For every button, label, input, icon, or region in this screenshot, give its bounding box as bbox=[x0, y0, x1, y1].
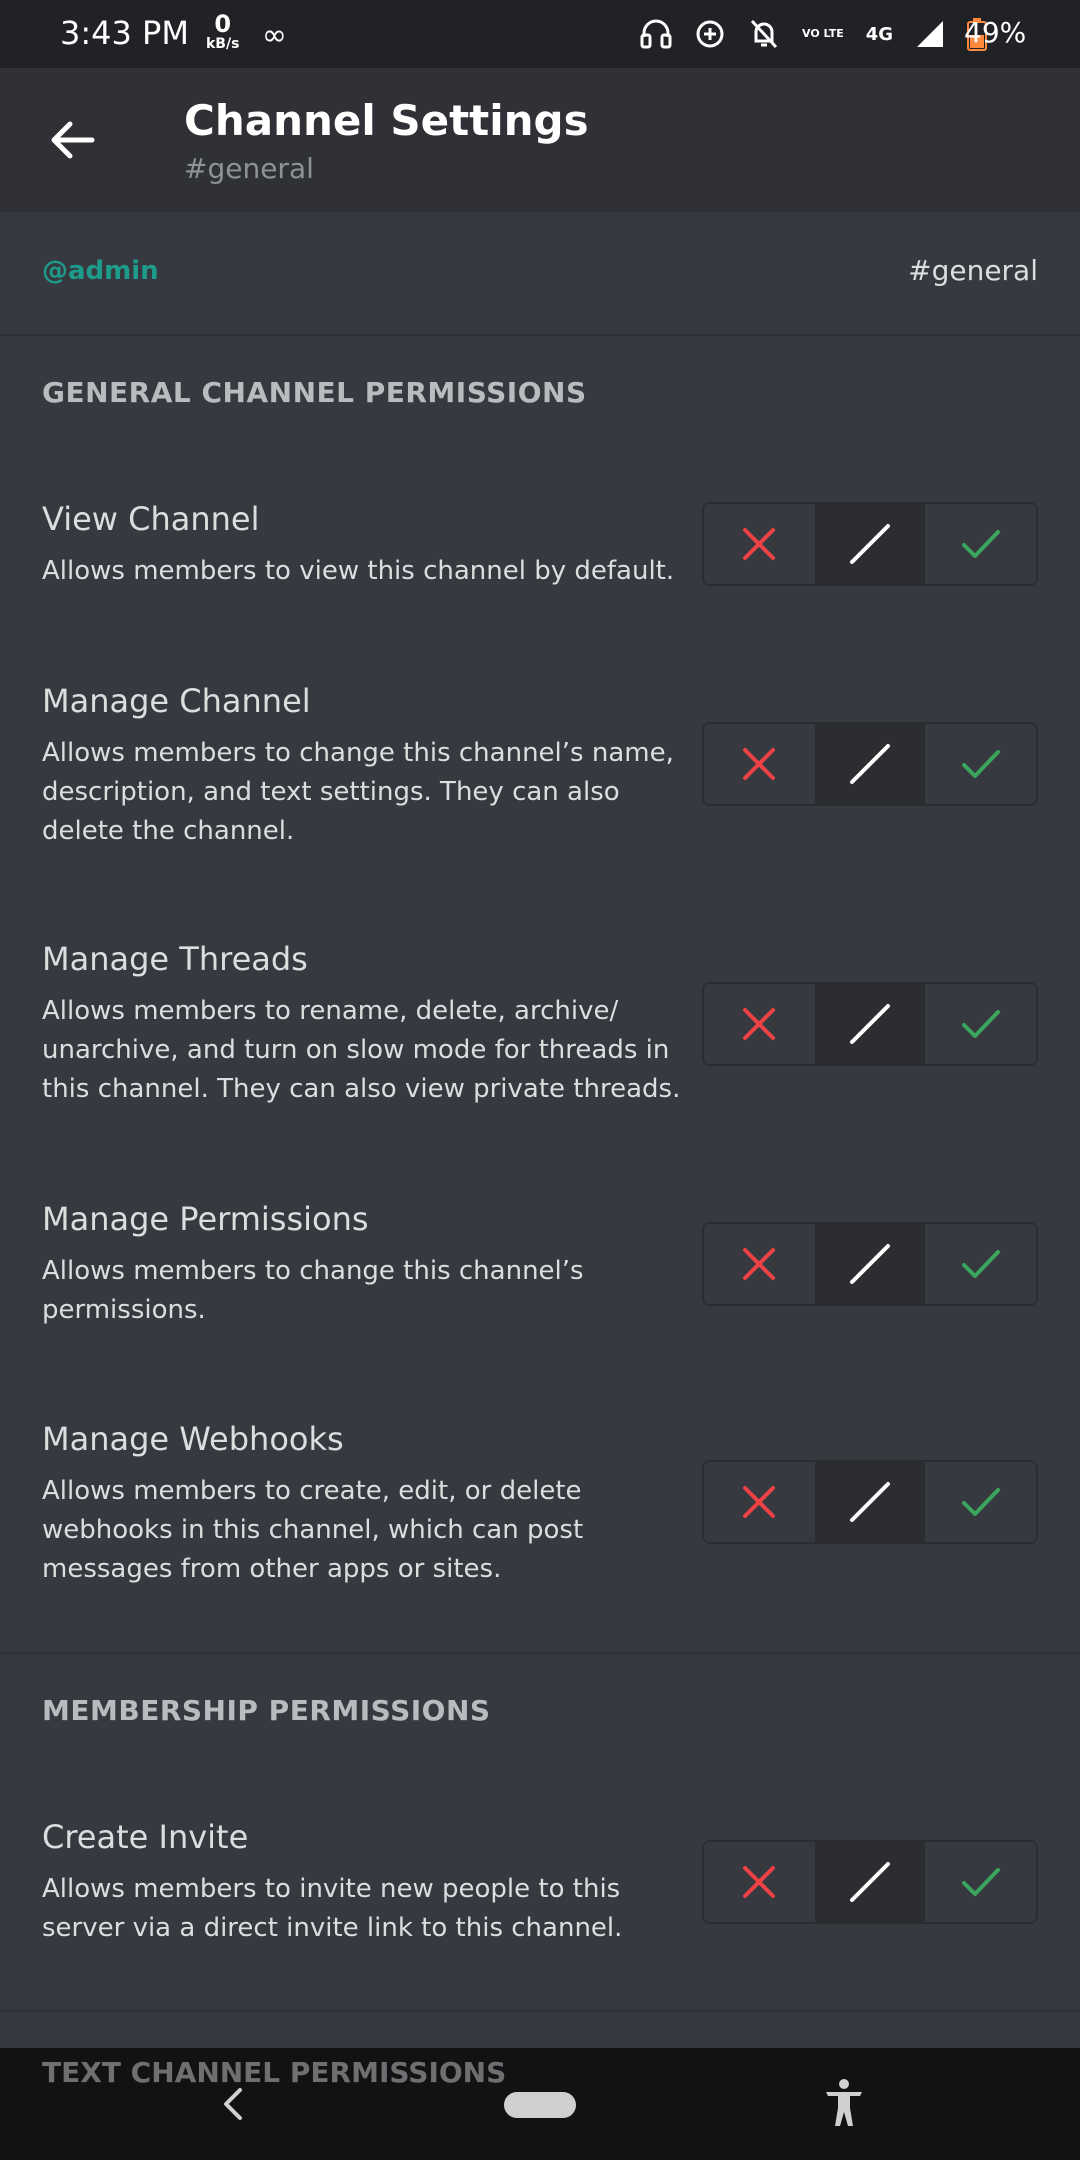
volte-icon: VO LTE bbox=[802, 27, 844, 40]
permission-name: Manage Channel bbox=[42, 682, 311, 720]
allow-button[interactable] bbox=[925, 504, 1036, 584]
notifications-off-icon bbox=[748, 17, 780, 51]
status-bar: 3:43 PM 0 kB/s ∞ VO LTE 4G 49% bbox=[0, 0, 1080, 68]
infinity-icon: ∞ bbox=[262, 18, 287, 53]
battery-percent: 49% bbox=[964, 16, 1027, 49]
allow-button[interactable] bbox=[925, 724, 1036, 804]
permission-description: Allows members to view this channel by d… bbox=[42, 556, 675, 586]
slash-icon bbox=[850, 1004, 890, 1044]
deny-button[interactable] bbox=[704, 1462, 815, 1542]
permission-name: Manage Threads bbox=[42, 940, 308, 978]
permission-description: Allows members to rename, delete, archiv… bbox=[42, 996, 681, 1104]
app-bar: Channel Settings #general bbox=[0, 68, 1080, 212]
neutral-button[interactable] bbox=[814, 984, 926, 1064]
headphones-icon bbox=[640, 17, 672, 51]
permission-name: Create Invite bbox=[42, 1818, 249, 1856]
slash-icon bbox=[850, 524, 890, 564]
neutral-button[interactable] bbox=[814, 504, 926, 584]
check-icon bbox=[961, 1488, 1000, 1516]
page-title: Channel Settings bbox=[184, 96, 589, 145]
neutral-button[interactable] bbox=[814, 1462, 926, 1542]
section-header-text: TEXT CHANNEL PERMISSIONS bbox=[42, 2056, 507, 2089]
accessibility-icon[interactable] bbox=[822, 2078, 866, 2128]
check-icon bbox=[961, 1010, 1000, 1038]
arrow-left-icon bbox=[51, 121, 95, 159]
section-divider bbox=[0, 2010, 1080, 2012]
x-icon bbox=[743, 1866, 776, 1898]
signal-icon bbox=[915, 19, 945, 49]
role-label: @admin bbox=[42, 256, 159, 286]
network-speed-value: 0 bbox=[214, 10, 232, 38]
permission-target-row: @admin #general bbox=[0, 212, 1080, 336]
x-icon bbox=[743, 1486, 776, 1518]
permission-description: Allows members to change this channel’s … bbox=[42, 738, 674, 846]
neutral-button[interactable] bbox=[814, 1224, 926, 1304]
permission-toggle bbox=[702, 1222, 1038, 1306]
x-icon bbox=[743, 748, 776, 780]
permission-toggle bbox=[702, 722, 1038, 806]
deny-button[interactable] bbox=[704, 504, 815, 584]
x-icon bbox=[743, 1248, 776, 1280]
deny-button[interactable] bbox=[704, 724, 815, 804]
permission-description: Allows members to invite new people to t… bbox=[42, 1874, 623, 1943]
deny-button[interactable] bbox=[704, 1842, 815, 1922]
slash-icon bbox=[850, 1244, 890, 1284]
section-header-general: GENERAL CHANNEL PERMISSIONS bbox=[42, 376, 587, 409]
status-time: 3:43 PM bbox=[60, 14, 189, 52]
allow-button[interactable] bbox=[925, 984, 1036, 1064]
status-icons: VO LTE 4G bbox=[640, 14, 988, 54]
slash-icon bbox=[850, 1482, 890, 1522]
permission-toggle bbox=[702, 1840, 1038, 1924]
x-icon bbox=[743, 1008, 776, 1040]
allow-button[interactable] bbox=[925, 1842, 1036, 1922]
x-icon bbox=[743, 528, 776, 560]
network-type: 4G bbox=[865, 23, 894, 45]
permission-toggle bbox=[702, 502, 1038, 586]
deny-button[interactable] bbox=[704, 1224, 815, 1304]
slash-icon bbox=[850, 744, 890, 784]
permission-toggle bbox=[702, 982, 1038, 1066]
network-speed: 0 kB/s bbox=[206, 12, 239, 52]
permission-toggle bbox=[702, 1460, 1038, 1544]
page-subtitle: #general bbox=[184, 152, 314, 185]
permission-description: Allows members to create, edit, or delet… bbox=[42, 1476, 584, 1584]
slash-icon bbox=[850, 1862, 890, 1902]
nav-home-button[interactable] bbox=[504, 2092, 576, 2118]
permission-name: Manage Permissions bbox=[42, 1200, 369, 1238]
check-icon bbox=[961, 530, 1000, 558]
allow-button[interactable] bbox=[925, 1224, 1036, 1304]
deny-button[interactable] bbox=[704, 984, 815, 1064]
permission-description: Allows members to change this channel’s … bbox=[42, 1256, 584, 1325]
section-divider bbox=[0, 1652, 1080, 1654]
channel-label: #general bbox=[908, 254, 1038, 287]
back-button[interactable] bbox=[44, 116, 100, 164]
network-speed-unit: kB/s bbox=[206, 36, 240, 52]
permission-name: Manage Webhooks bbox=[42, 1420, 344, 1458]
permission-name: View Channel bbox=[42, 500, 260, 538]
neutral-button[interactable] bbox=[814, 724, 926, 804]
nav-back-icon[interactable] bbox=[220, 2084, 244, 2124]
neutral-button[interactable] bbox=[814, 1842, 926, 1922]
check-icon bbox=[961, 750, 1000, 778]
allow-button[interactable] bbox=[925, 1462, 1036, 1542]
check-icon bbox=[961, 1250, 1000, 1278]
data-saver-icon bbox=[694, 18, 726, 50]
section-header-membership: MEMBERSHIP PERMISSIONS bbox=[42, 1694, 491, 1727]
check-icon bbox=[961, 1868, 1000, 1896]
